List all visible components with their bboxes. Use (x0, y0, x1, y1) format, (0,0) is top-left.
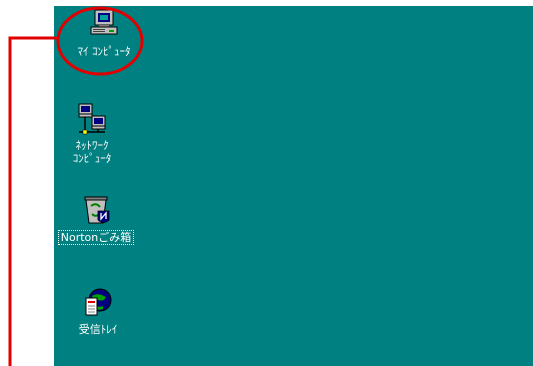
icon-label: Nortonごみ箱 (57, 230, 135, 245)
inbox-icon (85, 288, 112, 316)
desktop-icon-norton-recycle-bin[interactable]: Nortonごみ箱 (50, 192, 142, 245)
desktop[interactable]: ﾏｲ ｺﾝﾋﾟｭｰﾀ ﾈｯﾄﾜｰｸ ｺﾝﾋﾟｭｰﾀ Nortonごみ箱 受信ﾄﾚ… (54, 6, 533, 366)
icon-label: 受信ﾄﾚｲ (78, 323, 118, 336)
computer-icon (90, 9, 118, 35)
desktop-icon-my-computer[interactable]: ﾏｲ ｺﾝﾋﾟｭｰﾀ (58, 8, 150, 58)
icon-label: ﾈｯﾄﾜｰｸ ｺﾝﾋﾟｭｰﾀ (72, 139, 112, 165)
page: ﾏｲ ｺﾝﾋﾟｭｰﾀ ﾈｯﾄﾜｰｸ ｺﾝﾋﾟｭｰﾀ Nortonごみ箱 受信ﾄﾚ… (0, 0, 533, 366)
desktop-icon-inbox[interactable]: 受信ﾄﾚｲ (52, 286, 144, 336)
network-icon (78, 103, 106, 135)
desktop-icon-network[interactable]: ﾈｯﾄﾜｰｸ ｺﾝﾋﾟｭｰﾀ (46, 102, 138, 165)
recycle-bin-icon (84, 196, 110, 224)
icon-label: ﾏｲ ｺﾝﾋﾟｭｰﾀ (77, 45, 131, 58)
